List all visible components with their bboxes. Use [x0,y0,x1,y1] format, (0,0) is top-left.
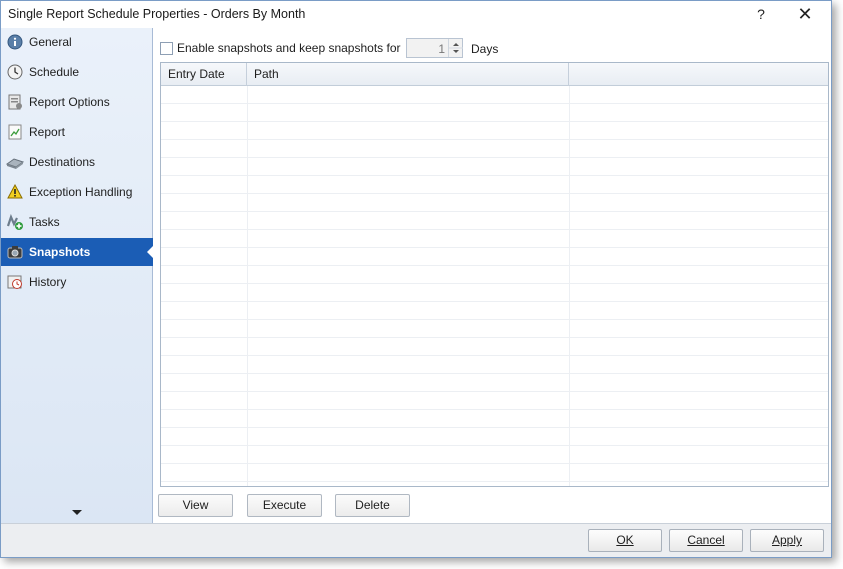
sidebar: General Schedule Report Options Report D [1,28,154,523]
sidebar-item-label: Report Options [29,95,110,109]
sidebar-item-label: Tasks [29,215,60,229]
sidebar-item-label: Destinations [29,155,96,169]
sidebar-item-label: Snapshots [29,245,91,259]
tasks-icon [6,213,24,231]
sidebar-item-report[interactable]: Report [1,118,153,146]
history-icon [6,273,24,291]
ok-button-label: OK [616,533,634,547]
sidebar-item-general[interactable]: General [1,28,153,56]
enable-snapshots-label: Enable snapshots and keep snapshots for [177,41,401,55]
sidebar-item-exception-handling[interactable]: Exception Handling [1,178,153,206]
sidebar-item-label: Schedule [29,65,80,79]
destinations-icon [6,153,24,171]
column-header-extra [569,63,828,86]
help-button[interactable]: ? [739,1,783,28]
warning-icon [6,183,24,201]
info-icon [6,33,24,51]
snapshot-days-value: 1 [438,42,445,56]
days-label: Days [471,42,499,56]
enable-snapshots-checkbox[interactable] [160,41,173,55]
properties-dialog: Single Report Schedule Properties - Orde… [0,0,832,558]
report-options-icon [6,93,24,111]
cancel-button-label: Cancel [687,533,725,547]
window-title: Single Report Schedule Properties - Orde… [8,7,306,21]
table-header: Entry Date Path [161,63,828,86]
sidebar-item-label: General [29,35,72,49]
sidebar-item-tasks[interactable]: Tasks [1,208,153,236]
clock-icon [6,63,24,81]
view-button[interactable]: View [158,494,233,517]
table-body [161,86,828,486]
title-bar: Single Report Schedule Properties - Orde… [1,1,831,28]
ok-button[interactable]: OK [588,529,662,552]
close-button[interactable]: ✕ [783,1,827,28]
sidebar-item-report-options[interactable]: Report Options [1,88,153,116]
snapshots-table[interactable]: Entry Date Path [160,62,829,487]
column-header-entry-date[interactable]: Entry Date [161,63,247,86]
snapshot-days-stepper[interactable]: 1 [406,38,463,58]
stepper-up-down-icon [449,43,463,53]
delete-button[interactable]: Delete [335,494,410,517]
column-divider [247,86,248,486]
sidebar-item-schedule[interactable]: Schedule [1,58,153,86]
snapshots-panel: Enable snapshots and keep snapshots for … [154,28,831,523]
execute-button[interactable]: Execute [247,494,322,517]
camera-icon [6,243,24,261]
sidebar-item-destinations[interactable]: Destinations [1,148,153,176]
sidebar-item-label: History [29,275,67,289]
cancel-button[interactable]: Cancel [669,529,743,552]
stepper-arrows[interactable] [448,39,463,57]
apply-button-label: Apply [771,533,803,547]
sidebar-item-label: Exception Handling [29,185,133,199]
enable-snapshots-row: Enable snapshots and keep snapshots for [160,38,401,58]
sidebar-item-label: Report [29,125,66,139]
apply-button[interactable]: Apply [750,529,824,552]
report-icon [6,123,24,141]
column-divider [569,86,570,486]
dialog-footer: OK Cancel Apply [1,523,831,557]
scroll-down-arrow-icon[interactable] [71,506,83,515]
sidebar-item-history[interactable]: History [1,268,153,296]
sidebar-item-snapshots[interactable]: Snapshots [1,238,154,266]
column-header-path[interactable]: Path [247,63,569,86]
